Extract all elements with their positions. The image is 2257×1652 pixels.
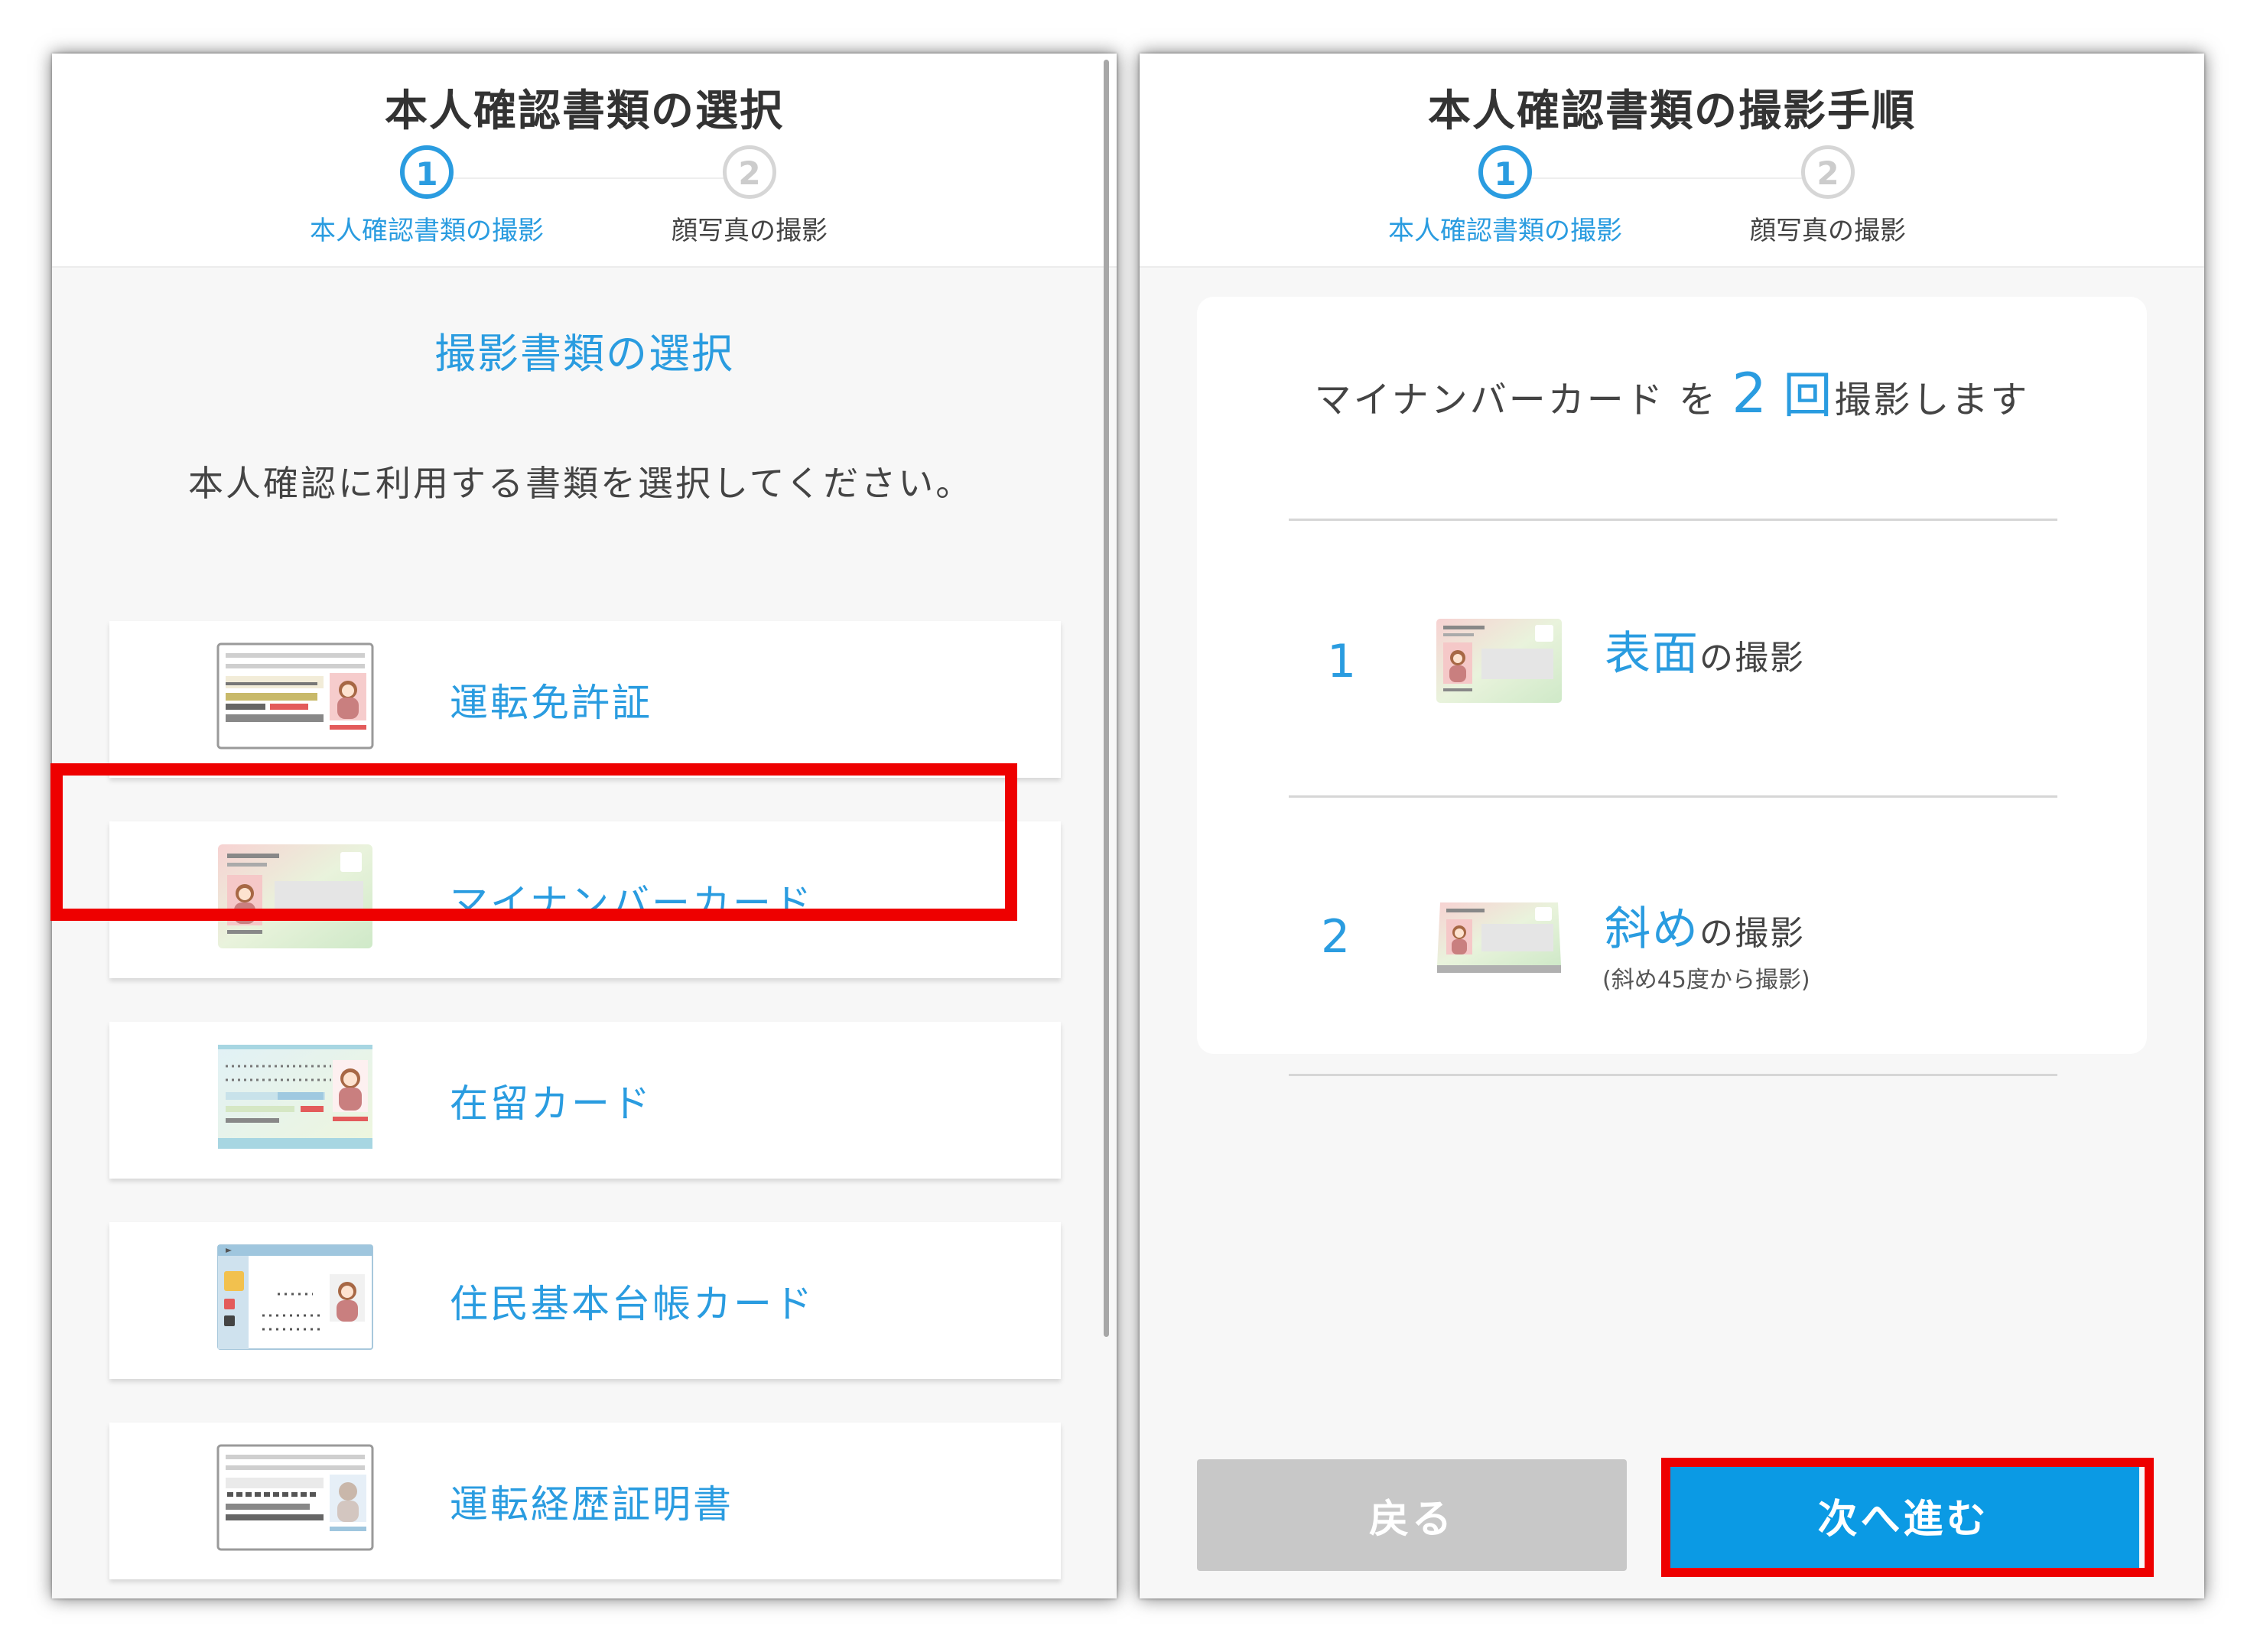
capture-count: 2 [1732, 361, 1770, 425]
page-title: 本人確認書類の撮影手順 [1428, 86, 1916, 136]
document-label: 住民基本台帳カード [450, 1281, 815, 1326]
step-2-indicator: 2 [723, 145, 776, 199]
capture-instructions-card: マイナンバーカード を 2 回撮影します 1 表面の撮影 2 斜めの撮影 (斜め… [1197, 297, 2147, 1076]
document-option-resident-registry-card[interactable]: 住民基本台帳カード [109, 1222, 1061, 1379]
shot-1-suffix: の撮影 [1699, 639, 1805, 678]
resident-registry-card-icon [217, 1244, 373, 1350]
document-option-residence-card[interactable]: 在留カード [109, 1022, 1061, 1179]
step-1-label: 本人確認書類の撮影 [1388, 216, 1622, 246]
residence-card-icon [218, 1045, 372, 1149]
divider [1289, 1074, 2057, 1076]
capture-count-unit: 回 [1783, 368, 1835, 424]
document-option-drivers-license[interactable]: 運転免許証 [109, 621, 1061, 778]
document-selection-screen: 本人確認書類の選択 1 2 本人確認書類の撮影 顔写真の撮影 撮影書類の選択 本… [52, 54, 1117, 1598]
step-1-label: 本人確認書類の撮影 [310, 216, 544, 246]
capture-procedure-screen: 本人確認書類の撮影手順 1 2 本人確認書類の撮影 顔写真の撮影 マイナンバーカ… [1140, 54, 2204, 1598]
driving-history-certificate-icon [216, 1444, 374, 1551]
drivers-license-icon [216, 642, 374, 750]
divider [1289, 519, 2057, 521]
step-2-indicator: 2 [1801, 145, 1855, 199]
next-button[interactable]: 次へ進む [1667, 1459, 2139, 1571]
header: 本人確認書類の撮影手順 1 2 本人確認書類の撮影 顔写真の撮影 [1140, 54, 2204, 268]
document-option-my-number-card[interactable]: マイナンバーカード [109, 821, 1061, 978]
stepper-line [427, 177, 750, 179]
shot-2-highlight: 斜め [1605, 902, 1699, 956]
shot-2-note: (斜め45度から撮影) [1602, 967, 1810, 993]
divider [1289, 795, 2057, 798]
section-title: 撮影書類の選択 [434, 330, 734, 378]
shot-1-number: 1 [1327, 635, 1357, 688]
scrollbar[interactable] [1104, 60, 1109, 1337]
document-label: 運転免許証 [450, 680, 652, 725]
document-name: マイナンバーカード [1314, 379, 1665, 421]
particle: を [1678, 379, 1718, 421]
capture-count-summary: マイナンバーカード を 2 回撮影します [1197, 356, 2147, 427]
shot-2-suffix: の撮影 [1699, 914, 1805, 953]
card-angled-icon [1437, 902, 1561, 973]
document-label: マイナンバーカード [450, 880, 814, 925]
card-front-icon [1436, 619, 1562, 703]
shot-1-highlight: 表面 [1605, 627, 1699, 681]
step-1-indicator: 1 [400, 145, 454, 199]
document-option-driving-history-certificate[interactable]: 運転経歴証明書 [109, 1423, 1061, 1579]
header: 本人確認書類の選択 1 2 本人確認書類の撮影 顔写真の撮影 [52, 54, 1117, 268]
step-1-indicator: 1 [1478, 145, 1532, 199]
step-2-label: 顔写真の撮影 [672, 216, 828, 246]
document-label: 在留カード [450, 1081, 652, 1126]
instruction-text: 本人確認に利用する書類を選択してください。 [188, 463, 974, 504]
document-label: 運転経歴証明書 [450, 1481, 733, 1527]
shot-2-number: 2 [1321, 910, 1351, 964]
stepper-line [1514, 177, 1837, 179]
shot-1-label: 表面の撮影 [1605, 616, 1805, 683]
my-number-card-icon [218, 844, 372, 948]
shot-2-label: 斜めの撮影 [1605, 892, 1805, 958]
page-title: 本人確認書類の選択 [385, 86, 784, 136]
step-2-label: 顔写真の撮影 [1750, 216, 1906, 246]
summary-suffix: 撮影します [1834, 379, 2030, 421]
back-button[interactable]: 戻る [1197, 1459, 1627, 1571]
